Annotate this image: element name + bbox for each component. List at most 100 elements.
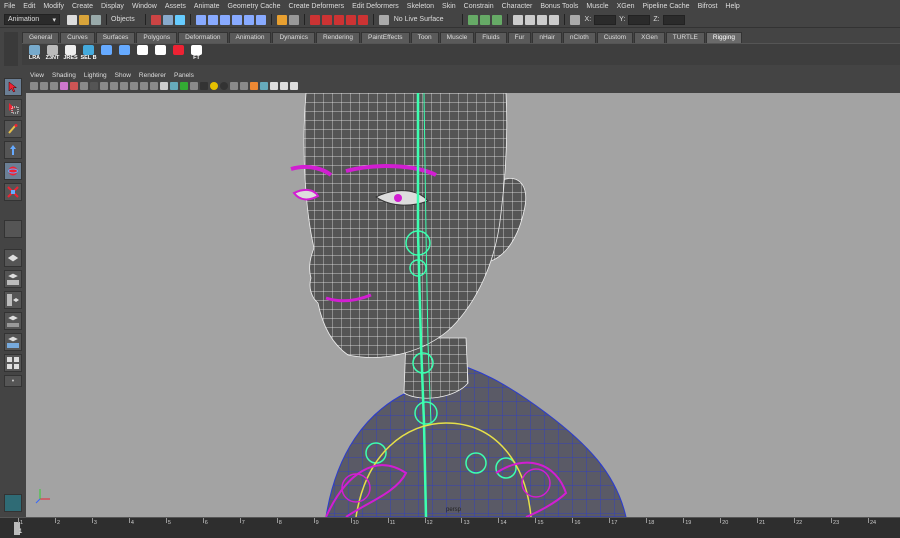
- shelf-tab-dynamics[interactable]: Dynamics: [272, 32, 315, 43]
- menu-window[interactable]: Window: [132, 3, 157, 10]
- shelf-button-lra[interactable]: LRA: [26, 44, 43, 64]
- grid-icon[interactable]: [90, 82, 98, 90]
- safe-title-icon[interactable]: [150, 82, 158, 90]
- wireframe-on-shaded-icon[interactable]: [180, 82, 188, 90]
- smooth-shade-icon[interactable]: [170, 82, 178, 90]
- shelf-tab-fur[interactable]: Fur: [507, 32, 532, 43]
- bookmark-icon[interactable]: [50, 82, 58, 90]
- attribute-editor-icon[interactable]: [479, 14, 490, 25]
- menu-create-deformers[interactable]: Create Deformers: [288, 3, 344, 10]
- textured-icon[interactable]: [190, 82, 198, 90]
- lasso-tool[interactable]: [4, 99, 22, 117]
- y-field[interactable]: [628, 14, 651, 25]
- tool-settings-icon[interactable]: [491, 14, 502, 25]
- layout-outliner-icon[interactable]: [548, 14, 559, 25]
- image-plane-icon[interactable]: [60, 82, 68, 90]
- shelf-tab-rendering[interactable]: Rendering: [315, 32, 360, 43]
- hypershade-icon[interactable]: [345, 14, 356, 25]
- render-view-icon[interactable]: [357, 14, 368, 25]
- ambient-occlusion-icon[interactable]: [220, 82, 228, 90]
- input-ops-icon[interactable]: [288, 14, 299, 25]
- field-chart-icon[interactable]: [130, 82, 138, 90]
- rotate-tool[interactable]: [4, 162, 22, 180]
- shelf-button-ik-handle-icon[interactable]: [134, 44, 151, 64]
- panel-menu-panels[interactable]: Panels: [174, 72, 194, 79]
- scene-canvas[interactable]: persp: [26, 93, 900, 517]
- shelf-tab-painteffects[interactable]: PaintEffects: [360, 32, 410, 43]
- shelf-tab-rigging[interactable]: Rigging: [705, 32, 742, 43]
- layout-persp-graph-button[interactable]: [4, 333, 22, 351]
- camera-attributes-icon[interactable]: [40, 82, 48, 90]
- motion-blur-icon[interactable]: [230, 82, 238, 90]
- menu-pipeline-cache[interactable]: Pipeline Cache: [642, 3, 689, 10]
- use-lights-icon[interactable]: [200, 82, 208, 90]
- open-scene-icon[interactable]: [79, 14, 89, 25]
- snap-live-icon[interactable]: [255, 14, 266, 25]
- shelf-tab-ncloth[interactable]: nCloth: [562, 32, 596, 43]
- shelf-tab-toon[interactable]: Toon: [410, 32, 439, 43]
- select-component-icon[interactable]: [174, 14, 185, 25]
- wireframe-icon[interactable]: [160, 82, 168, 90]
- menu-assets[interactable]: Assets: [165, 3, 186, 10]
- paint-select-tool[interactable]: [4, 120, 22, 138]
- shelf-tab-xgen[interactable]: XGen: [634, 32, 665, 43]
- shelf-tab-deformation[interactable]: Deformation: [178, 32, 228, 43]
- layout-single-pane-button[interactable]: [4, 249, 22, 267]
- panel-menu-show[interactable]: Show: [115, 72, 131, 79]
- x-ray-icon[interactable]: [270, 82, 278, 90]
- history-icon[interactable]: [276, 14, 287, 25]
- menu-constrain[interactable]: Constrain: [464, 3, 494, 10]
- layout-persp-outliner-button[interactable]: [4, 312, 22, 330]
- move-tool[interactable]: [4, 141, 22, 159]
- last-tool[interactable]: [4, 220, 22, 238]
- shelf-button-ft[interactable]: FT: [188, 44, 205, 64]
- select-camera-icon[interactable]: [30, 82, 38, 90]
- channel-box-icon[interactable]: [467, 14, 478, 25]
- panel-menu-view[interactable]: View: [30, 72, 44, 79]
- layout-more-button[interactable]: •: [4, 375, 22, 387]
- resolution-gate-icon[interactable]: [110, 82, 118, 90]
- shelf-button-z3nt[interactable]: Z3NT: [44, 44, 61, 64]
- layout-single-icon[interactable]: [512, 14, 523, 25]
- new-scene-icon[interactable]: [67, 14, 77, 25]
- menu-file[interactable]: File: [4, 3, 15, 10]
- film-gate-icon[interactable]: [100, 82, 108, 90]
- time-slider[interactable]: 1 1 2 3 4 5 6 7 8 9 10 11 12 13 14 15 16 17 18 19 20 21 22 23 2…: [0, 517, 900, 538]
- shelf-button-ik-spline-icon[interactable]: [152, 44, 169, 64]
- select-hierarchy-icon[interactable]: [150, 14, 161, 25]
- menu-edit[interactable]: Edit: [23, 3, 35, 10]
- layout-quad-icon[interactable]: [536, 14, 547, 25]
- two-d-pan-icon[interactable]: [70, 82, 78, 90]
- render-settings-icon[interactable]: [333, 14, 344, 25]
- shelf-tab-nhair[interactable]: nHair: [532, 32, 562, 43]
- x-field[interactable]: [594, 14, 617, 25]
- panel-menu-lighting[interactable]: Lighting: [84, 72, 107, 79]
- x-ray-components-icon[interactable]: [290, 82, 298, 90]
- panel-menu-renderer[interactable]: Renderer: [139, 72, 166, 79]
- shelf-menu-grip[interactable]: [4, 32, 18, 66]
- select-tool[interactable]: [4, 78, 22, 96]
- shelf-button-bind-skin-icon[interactable]: [170, 44, 187, 64]
- select-object-icon[interactable]: [162, 14, 173, 25]
- menu-geometry-cache[interactable]: Geometry Cache: [228, 3, 281, 10]
- shelf-button-joint-chain-icon[interactable]: [98, 44, 115, 64]
- shadows-icon[interactable]: [210, 82, 218, 90]
- menu-bifrost[interactable]: Bifrost: [698, 3, 718, 10]
- menu-skin[interactable]: Skin: [442, 3, 456, 10]
- snap-curve-icon[interactable]: [207, 14, 218, 25]
- menu-xgen[interactable]: XGen: [617, 3, 635, 10]
- menu-help[interactable]: Help: [725, 3, 739, 10]
- scale-tool[interactable]: [4, 183, 22, 201]
- menu-create[interactable]: Create: [72, 3, 93, 10]
- magnet-icon[interactable]: [378, 14, 389, 25]
- ipr-render-icon[interactable]: [321, 14, 332, 25]
- menu-character[interactable]: Character: [502, 3, 533, 10]
- safe-action-icon[interactable]: [140, 82, 148, 90]
- menu-muscle[interactable]: Muscle: [586, 3, 608, 10]
- shelf-tab-animation[interactable]: Animation: [228, 32, 272, 43]
- shelf-tab-surfaces[interactable]: Surfaces: [95, 32, 136, 43]
- transform-absolute-icon[interactable]: [569, 14, 580, 25]
- shelf-tab-general[interactable]: General: [22, 32, 60, 43]
- layout-two-pane-button[interactable]: [4, 270, 22, 288]
- save-scene-icon[interactable]: [91, 14, 101, 25]
